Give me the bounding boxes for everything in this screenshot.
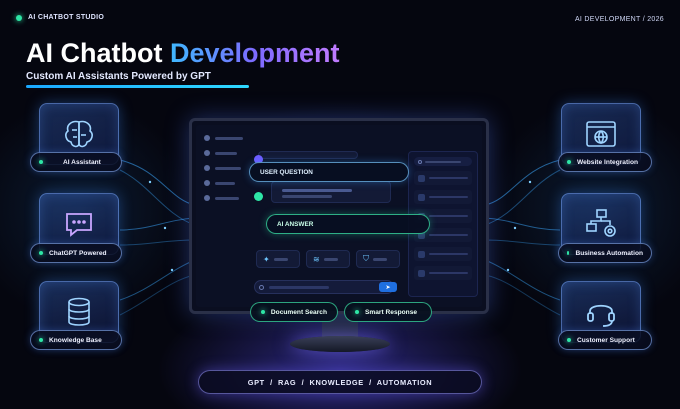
ai-assistant-pill[interactable]: AI Assistant [30, 152, 122, 172]
headset-icon [587, 304, 615, 327]
status-dot-icon [355, 310, 359, 314]
search-icon [418, 159, 422, 164]
list-item[interactable] [414, 171, 472, 185]
list-item[interactable] [414, 190, 472, 204]
smart-response-pill[interactable]: Smart Response [344, 302, 432, 322]
send-button[interactable]: ➤ [379, 282, 397, 292]
globe-window-icon [586, 121, 616, 147]
feature-tile[interactable]: ≋ [306, 250, 350, 268]
feature-tile[interactable]: ⛉ [356, 250, 400, 268]
chat-sidebar [204, 135, 252, 210]
feature-tile[interactable]: ✦ [256, 250, 300, 268]
sidebar-item-icon[interactable] [204, 195, 210, 201]
title-highlight: Development [169, 38, 340, 68]
ai-answer-bubble[interactable]: AI ANSWER [266, 214, 430, 234]
status-dot-icon [261, 310, 265, 314]
status-dot-icon [39, 160, 43, 164]
chat-input[interactable] [254, 280, 394, 294]
document-search-pill[interactable]: Document Search [250, 302, 338, 322]
sidebar-item-icon[interactable] [204, 180, 210, 186]
customer-support-pill[interactable]: Customer Support [558, 330, 652, 350]
status-dot-icon [567, 251, 570, 255]
panel-search[interactable] [414, 157, 472, 166]
subtitle-underline [26, 85, 249, 88]
ai-avatar [254, 192, 263, 201]
status-dot-icon [39, 251, 43, 255]
status-dot-icon [567, 160, 571, 164]
chat-bubble-icon [66, 213, 92, 237]
list-item[interactable] [414, 247, 472, 261]
tech-stack-bar: GPT / RAG / KNOWLEDGE / AUTOMATION [198, 370, 482, 394]
message-placeholder [258, 151, 358, 159]
sparkle-icon: ✦ [263, 254, 270, 264]
sidebar-item-icon[interactable] [204, 150, 210, 156]
answer-card [271, 181, 391, 203]
send-icon: ➤ [385, 284, 391, 291]
status-dot-icon [567, 338, 571, 342]
list-item[interactable] [414, 266, 472, 280]
edition-label: AI DEVELOPMENT / 2026 [574, 16, 664, 23]
database-icon [68, 297, 90, 326]
website-integration-pill[interactable]: Website Integration [558, 152, 652, 172]
business-automation-pill[interactable]: Business Automation [558, 243, 652, 263]
monitor-stand [290, 336, 390, 352]
shield-icon: ⛉ [363, 254, 369, 263]
page-subtitle: Custom AI Assistants Powered by GPT [26, 71, 211, 82]
status-dot-icon [39, 338, 43, 342]
page-title: AI Chatbot Development [26, 38, 340, 68]
sidebar-item-icon[interactable] [204, 135, 210, 141]
brain-icon [65, 120, 93, 148]
sidebar-item-icon[interactable] [204, 165, 210, 171]
user-question-bubble[interactable]: USER QUESTION [249, 162, 409, 182]
studio-label: AI CHATBOT STUDIO [16, 14, 104, 21]
workflow-gear-icon [586, 209, 616, 237]
chatgpt-pill[interactable]: ChatGPT Powered [30, 243, 122, 263]
waveform-icon: ≋ [313, 254, 320, 264]
attach-icon[interactable] [259, 284, 264, 290]
status-dot-icon [16, 14, 22, 21]
knowledge-base-pill[interactable]: Knowledge Base [30, 330, 122, 350]
